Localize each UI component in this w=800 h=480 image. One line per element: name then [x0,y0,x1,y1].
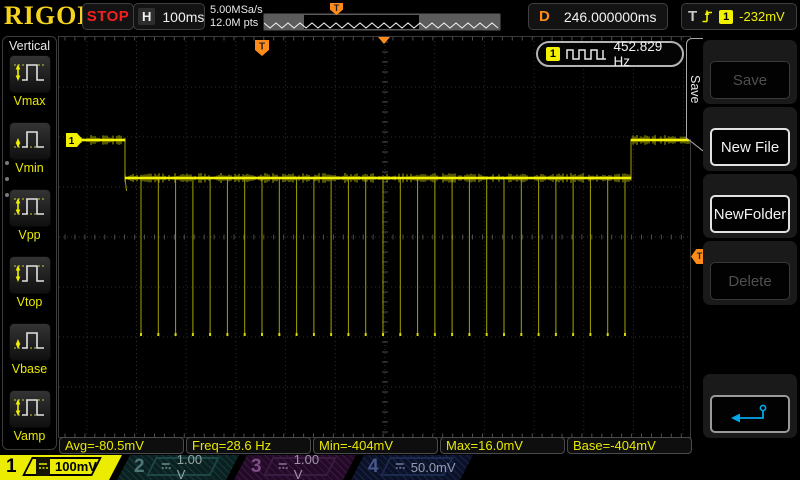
menu-item-vmin[interactable]: Vmin [3,122,56,187]
oscilloscope-screen: RIGOL STOP H 100ms 5.00MSa/s 12.0M pts T… [0,0,800,480]
back-button[interactable] [710,395,790,433]
menu-item-vpp[interactable]: Vpp [3,189,56,254]
channel-scale-box: 50.0mV [380,457,454,476]
horizontal-timebase-box[interactable]: H 100ms [133,3,205,30]
delay-label: D [539,8,550,25]
vpp-waveform-icon [9,189,51,227]
sample-rate: 5.00MSa/s [210,4,263,17]
channel-status-bar: 1100mV21.00 V31.00 V450.0mV [0,455,800,480]
softkey-slot: NewFolder [703,174,797,238]
vamp-waveform-icon [9,390,51,428]
trigger-position-marker-icon: T [259,42,265,53]
measurement-item: Min=-404mV [313,437,438,454]
channel-number: 4 [368,456,379,478]
softkey-slot: Save [703,40,797,104]
menu-item-vbase[interactable]: Vbase [3,323,56,388]
softkey-save[interactable]: Save [710,61,790,99]
channel-scale-value: 1.00 V [294,452,330,480]
menu-item-label: Vbase [3,362,56,376]
square-wave-icon [566,47,608,61]
channel-scale-box: 1.00 V [146,457,220,476]
channel-2-status[interactable]: 21.00 V [117,455,239,480]
channel-number: 2 [134,456,145,478]
page-indicator-dot [5,177,9,181]
vmin-waveform-icon [9,122,51,160]
waveform-preview-bar[interactable] [263,13,501,31]
delay-value: 246.000000ms [564,9,657,25]
menu-item-label: Vmin [3,161,56,175]
dc-coupling-icon [160,458,172,476]
menu-item-vmax[interactable]: Vmax [3,55,56,120]
trigger-label: T [688,8,697,25]
acquisition-info: 5.00MSa/s 12.0M pts [210,4,263,30]
trigger-info-box[interactable]: T 1 -232mV [681,3,797,30]
run-state-label: STOP [87,8,130,25]
page-indicator-dot [5,193,9,197]
left-menu-title: Vertical [3,39,56,53]
softkey-newfolder[interactable]: NewFolder [710,195,790,233]
svg-text:1: 1 [69,136,75,147]
menu-item-label: Vmax [3,94,56,108]
measurement-item: Freq=28.6 Hz [186,437,311,454]
channel-scale-value: 1.00 V [177,452,213,480]
channel-number: 1 [6,456,17,478]
menu-item-label: Vpp [3,228,56,242]
measurement-item: Avg=-80.5mV [59,437,184,454]
menu-item-vamp[interactable]: Vamp [3,390,56,455]
channel-number: 3 [251,456,262,478]
measurement-results-bar: Avg=-80.5mVFreq=28.6 HzMin=-404mVMax=16.… [59,437,692,454]
channel-scale-box: 100mV [22,457,102,476]
memory-depth: 12.0M pts [210,17,263,30]
dc-coupling-icon [36,457,50,476]
channel-4-status[interactable]: 4 50.0mV [351,455,473,480]
trigger-source-badge: 1 [719,10,733,24]
rising-edge-icon [701,8,714,25]
softkey-slot: New File [703,107,797,171]
channel-1-status[interactable]: 1 100mV [0,455,122,480]
channel-3-status[interactable]: 31.00 V [234,455,356,480]
left-menu-panel: Vertical Vmax Vmin Vpp Vtop Vbase Vamp [2,36,57,450]
measurement-item: Max=16.0mV [440,437,565,454]
vtop-waveform-icon [9,256,51,294]
page-indicator-dot [5,161,9,165]
softkey-delete[interactable]: Delete [710,262,790,300]
softkey-new-file[interactable]: New File [710,128,790,166]
menu-item-vtop[interactable]: Vtop [3,256,56,321]
preview-waveform [264,14,500,30]
vmax-waveform-icon [9,55,51,93]
dc-coupling-icon [394,458,406,476]
softkey-slot [703,374,797,438]
delay-box[interactable]: D 246.000000ms [528,3,668,30]
timebase-value: 100ms [162,9,204,25]
channel-scale-value: 100mV [55,459,97,474]
dc-coupling-icon [277,458,289,476]
horizontal-label: H [138,8,155,25]
softkey-menu-panel: Save New File NewFolder Delete [700,34,800,454]
channel-scale-box: 1.00 V [263,457,337,476]
delay-center-indicator-icon [378,37,390,44]
return-arrow-icon [730,403,770,425]
trigger-level-value: -232mV [739,9,785,24]
run-state-indicator[interactable]: STOP [82,3,134,30]
channel-scale-value: 50.0mV [411,459,456,474]
vbase-waveform-icon [9,323,51,361]
softkey-slot: Delete [703,241,797,305]
menu-item-label: Vtop [3,295,56,309]
frequency-counter-overlay: 1 452.829 Hz [536,41,684,67]
menu-item-label: Vamp [3,429,56,443]
measurement-item: Base=-404mV [567,437,692,454]
counter-channel-badge: 1 [546,47,560,61]
counter-frequency-value: 452.829 Hz [614,39,682,69]
graticule-area[interactable]: T1 [58,36,691,438]
